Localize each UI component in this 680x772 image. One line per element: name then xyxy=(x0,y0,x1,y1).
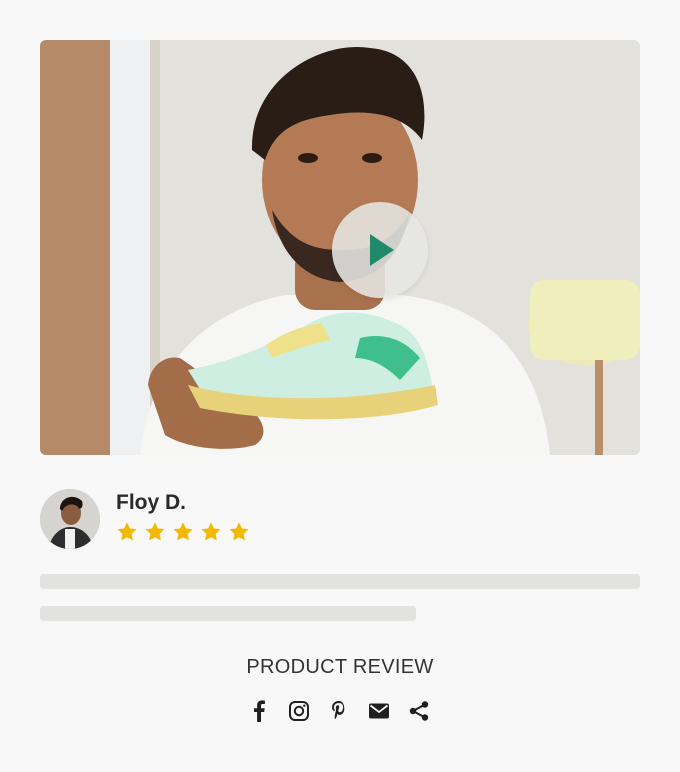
star-icon xyxy=(145,522,165,541)
share-icon[interactable] xyxy=(408,700,430,722)
avatar xyxy=(40,489,100,549)
review-text-placeholder-line xyxy=(40,574,640,589)
star-icon xyxy=(173,522,193,541)
rating-stars xyxy=(116,521,250,543)
section-label: PRODUCT REVIEW xyxy=(246,656,434,678)
play-icon xyxy=(370,234,394,266)
review-text-placeholder-line xyxy=(40,606,416,621)
share-bar xyxy=(248,700,430,722)
star-icon xyxy=(201,522,221,541)
email-icon[interactable] xyxy=(368,700,390,722)
play-button[interactable] xyxy=(332,202,428,298)
review-video[interactable] xyxy=(40,40,640,455)
star-icon xyxy=(117,522,137,541)
instagram-icon[interactable] xyxy=(288,700,310,722)
pinterest-icon[interactable] xyxy=(328,700,350,722)
star-icon xyxy=(229,522,249,541)
reviewer-name: Floy D. xyxy=(116,491,187,514)
facebook-icon[interactable] xyxy=(248,700,270,722)
